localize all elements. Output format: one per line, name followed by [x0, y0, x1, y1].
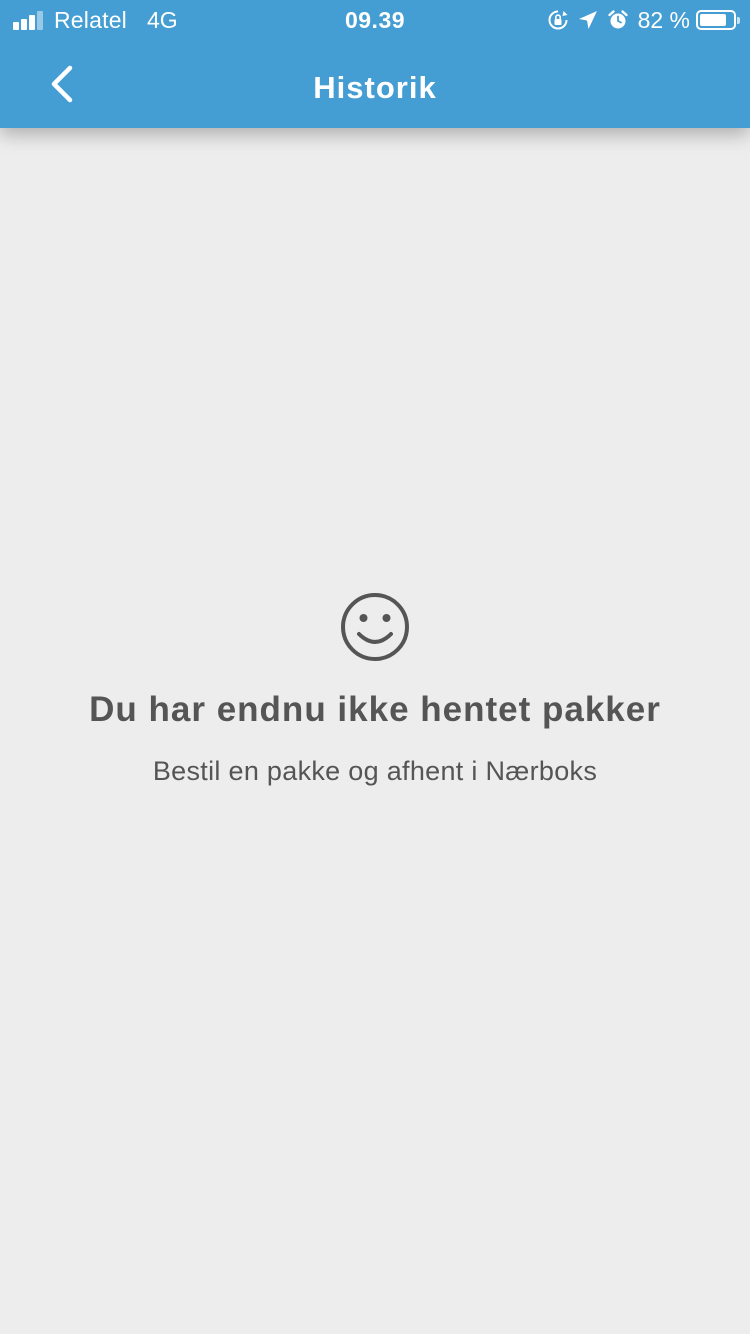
battery-percentage: 82 %	[637, 6, 690, 33]
smiley-icon	[341, 593, 409, 661]
battery-fill	[700, 14, 726, 26]
status-bar: Relatel 4G 09.39 82 %	[0, 0, 750, 40]
top-bar: Relatel 4G 09.39 82 % Historik	[0, 0, 750, 128]
page-title: Historik	[313, 70, 437, 105]
battery-icon	[696, 10, 740, 30]
history-screen: Relatel 4G 09.39 82 % Historik Du har en…	[0, 0, 750, 1334]
empty-state: Du har endnu ikke hentet pakker Bestil e…	[0, 590, 750, 787]
empty-state-subtitle: Bestil en pakke og afhent i Nærboks	[152, 756, 598, 786]
status-icons: 82 %	[547, 6, 740, 34]
alarm-icon	[607, 9, 629, 31]
rotation-lock-icon	[547, 9, 569, 31]
navigation-bar: Historik	[0, 40, 750, 128]
empty-state-title: Du har endnu ikke hentet pakker	[89, 690, 661, 729]
location-arrow-icon	[578, 10, 598, 30]
